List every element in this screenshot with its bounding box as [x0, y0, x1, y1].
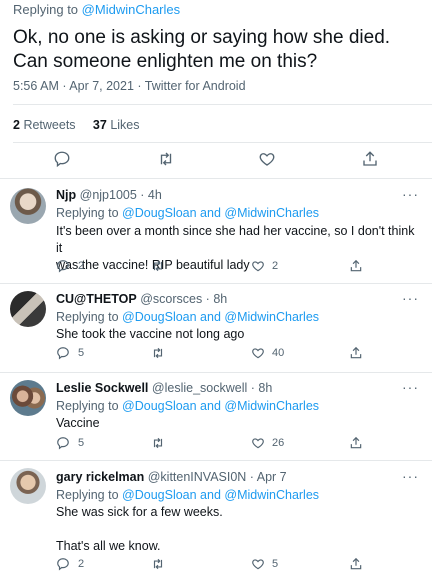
reply-text-line: Vaccine: [56, 416, 100, 430]
author-name[interactable]: Leslie Sockwell: [56, 381, 148, 395]
reply-text-blank-line: [56, 521, 416, 538]
reply-count: 5: [78, 347, 85, 359]
like-icon[interactable]: [258, 150, 276, 168]
avatar[interactable]: [10, 188, 46, 224]
tweet-stats: 2 Retweets 37 Likes: [13, 118, 140, 132]
reply-icon[interactable]: [56, 557, 70, 571]
reply-header: Njp @njp1005 · 4h: [56, 188, 162, 202]
replying-to-line: Replying to @DougSloan and @MidwinCharle…: [56, 206, 319, 220]
reply-tweet[interactable]: gary rickelman @kittenINVASI0N · Apr 7 ·…: [0, 460, 432, 579]
reply-count: 5: [78, 437, 85, 449]
reply-text: She took the vaccine not long ago: [56, 326, 416, 343]
reply-count: 2: [78, 558, 85, 570]
more-options-icon[interactable]: ···: [402, 468, 419, 484]
like-count: 5: [272, 558, 279, 570]
reply-actions: 2 2: [0, 259, 432, 275]
reply-text-line: She was sick for a few weeks.: [56, 505, 223, 519]
replying-to-handles-link[interactable]: @DougSloan and @MidwinCharles: [122, 399, 319, 413]
reply-header: Leslie Sockwell @leslie_sockwell · 8h: [56, 381, 272, 395]
replying-to-prefix: Replying to: [13, 2, 79, 17]
retweet-icon[interactable]: [151, 557, 165, 571]
tweet-text-line: Can someone enlighten me on this?: [13, 51, 318, 72]
more-options-icon[interactable]: ···: [402, 186, 419, 202]
replying-to-prefix: Replying to: [56, 488, 119, 502]
reply-actions: 5 26: [0, 436, 432, 452]
avatar[interactable]: [10, 380, 46, 416]
likes-label: Likes: [110, 118, 140, 132]
reply-tweet[interactable]: CU@THETOP @scorsces · 8h ··· Replying to…: [0, 283, 432, 372]
like-icon[interactable]: [251, 259, 265, 273]
replying-to-prefix: Replying to: [56, 310, 119, 324]
replying-to-handle-link[interactable]: @MidwinCharles: [82, 2, 180, 17]
reply-text: Vaccine: [56, 415, 416, 432]
reply-tweet[interactable]: Njp @njp1005 · 4h ··· Replying to @DougS…: [0, 178, 432, 283]
author-name[interactable]: CU@THETOP: [56, 292, 137, 306]
replying-to-handles-link[interactable]: @DougSloan and @MidwinCharles: [122, 488, 319, 502]
like-icon[interactable]: [251, 557, 265, 571]
author-name[interactable]: Njp: [56, 188, 76, 202]
reply-text-line: She took the vaccine not long ago: [56, 327, 245, 341]
tweet-actions: [0, 150, 432, 170]
avatar[interactable]: [10, 468, 46, 504]
divider: [13, 104, 432, 105]
likes-stat[interactable]: 37 Likes: [93, 118, 140, 132]
more-options-icon[interactable]: ···: [402, 290, 419, 306]
tweet-meta: 5:56 AM · Apr 7, 2021 · Twitter for Andr…: [13, 79, 246, 93]
retweet-icon[interactable]: [151, 259, 165, 273]
author-handle-time: @scorsces · 8h: [140, 292, 228, 306]
reply-header: gary rickelman @kittenINVASI0N · Apr 7: [56, 470, 287, 484]
reply-count: 2: [78, 260, 85, 272]
reply-icon[interactable]: [56, 259, 70, 273]
reply-text: She was sick for a few weeks. That's all…: [56, 504, 416, 555]
reply-text-line: It's been over a month since she had her…: [56, 224, 415, 255]
replying-to-line: Replying to @DougSloan and @MidwinCharle…: [56, 399, 319, 413]
divider: [13, 142, 432, 143]
share-icon[interactable]: [349, 436, 363, 450]
reply-text-line: That's all we know.: [56, 539, 161, 553]
like-icon[interactable]: [251, 436, 265, 450]
retweet-icon[interactable]: [151, 346, 165, 360]
reply-icon[interactable]: [56, 346, 70, 360]
reply-header: CU@THETOP @scorsces · 8h: [56, 292, 227, 306]
tweet-text-line: Ok, no one is asking or saying how she d…: [13, 27, 391, 48]
avatar[interactable]: [10, 291, 46, 327]
replying-to-line: Replying to @MidwinCharles: [13, 2, 180, 17]
author-handle-time: @leslie_sockwell · 8h: [151, 381, 273, 395]
like-count: 2: [272, 260, 279, 272]
replying-to-prefix: Replying to: [56, 206, 119, 220]
reply-icon[interactable]: [53, 150, 71, 168]
author-handle-time: @njp1005 · 4h: [79, 188, 162, 202]
retweet-icon[interactable]: [157, 150, 175, 168]
more-options-icon[interactable]: ···: [402, 379, 419, 395]
share-icon[interactable]: [349, 259, 363, 273]
retweets-stat[interactable]: 2 Retweets: [13, 118, 76, 132]
reply-actions: 2 5: [0, 557, 432, 573]
share-icon[interactable]: [361, 150, 379, 168]
replying-to-line: Replying to @DougSloan and @MidwinCharle…: [56, 488, 319, 502]
reply-icon[interactable]: [56, 436, 70, 450]
replying-to-line: Replying to @DougSloan and @MidwinCharle…: [56, 310, 319, 324]
reply-tweet[interactable]: Leslie Sockwell @leslie_sockwell · 8h ··…: [0, 372, 432, 460]
likes-count: 37: [92, 118, 107, 132]
retweets-label: Retweets: [23, 118, 76, 132]
replying-to-handles-link[interactable]: @DougSloan and @MidwinCharles: [122, 206, 319, 220]
replying-to-prefix: Replying to: [56, 399, 119, 413]
retweets-count: 2: [13, 118, 20, 132]
author-handle-time: @kittenINVASI0N · Apr 7: [147, 470, 287, 484]
replying-to-handles-link[interactable]: @DougSloan and @MidwinCharles: [122, 310, 319, 324]
like-count: 26: [272, 437, 285, 449]
author-name[interactable]: gary rickelman: [56, 470, 144, 484]
like-count: 40: [272, 347, 285, 359]
reply-actions: 5 40: [0, 346, 432, 362]
share-icon[interactable]: [349, 557, 363, 571]
share-icon[interactable]: [349, 346, 363, 360]
like-icon[interactable]: [251, 346, 265, 360]
retweet-icon[interactable]: [151, 436, 165, 450]
tweet-text: Ok, no one is asking or saying how she d…: [13, 26, 390, 74]
